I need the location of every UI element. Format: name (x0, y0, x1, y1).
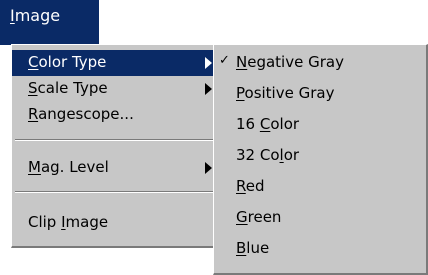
submenu-item-16-color[interactable]: 16 Color (214, 112, 426, 138)
checkmark-icon: ✓ (219, 53, 230, 68)
menu-item-label: Clip Image (28, 213, 109, 231)
menu-item-rangescope[interactable]: Rangescope... (12, 102, 220, 128)
submenu-item-label: Green (236, 208, 282, 226)
menubar-image[interactable]: Image (0, 0, 99, 45)
menu-separator (15, 139, 217, 141)
submenu-item-label: Blue (236, 239, 270, 257)
menu-item-label: Mag. Level (28, 158, 109, 176)
submenu-item-positive-gray[interactable]: Positive Gray (214, 81, 426, 107)
menu-item-clip-image[interactable]: Clip Image (12, 210, 220, 236)
menu-separator (15, 191, 217, 193)
submenu-item-negative-gray[interactable]: ✓ Negative Gray (214, 50, 426, 76)
submenu-item-red[interactable]: Red (214, 174, 426, 200)
menu-item-label: Scale Type (28, 79, 108, 97)
submenu-item-label: 32 Color (236, 146, 300, 164)
menu-item-scale-type[interactable]: Scale Type (12, 76, 220, 102)
submenu-item-blue[interactable]: Blue (214, 236, 426, 262)
submenu-arrow-icon (205, 83, 212, 95)
menu-item-label: Rangescope... (28, 105, 134, 123)
submenu-arrow-icon (205, 162, 212, 174)
submenu-item-label: Red (236, 177, 265, 195)
submenu-item-label: Positive Gray (236, 84, 335, 102)
submenu-item-label: Negative Gray (236, 53, 344, 71)
menu-item-label: Color Type (28, 53, 107, 71)
submenu-arrow-icon (205, 57, 212, 69)
submenu-item-label: 16 Color (236, 115, 300, 133)
color-type-submenu: ✓ Negative Gray Positive Gray 16 Color 3… (213, 44, 428, 275)
menubar-image-label: Image (10, 6, 61, 25)
submenu-item-green[interactable]: Green (214, 205, 426, 231)
submenu-item-32-color[interactable]: 32 Color (214, 143, 426, 169)
image-menu: Color Type Scale Type Rangescope... Mag.… (11, 44, 222, 248)
menu-item-color-type[interactable]: Color Type (12, 50, 220, 76)
menu-item-mag-level[interactable]: Mag. Level (12, 155, 220, 181)
